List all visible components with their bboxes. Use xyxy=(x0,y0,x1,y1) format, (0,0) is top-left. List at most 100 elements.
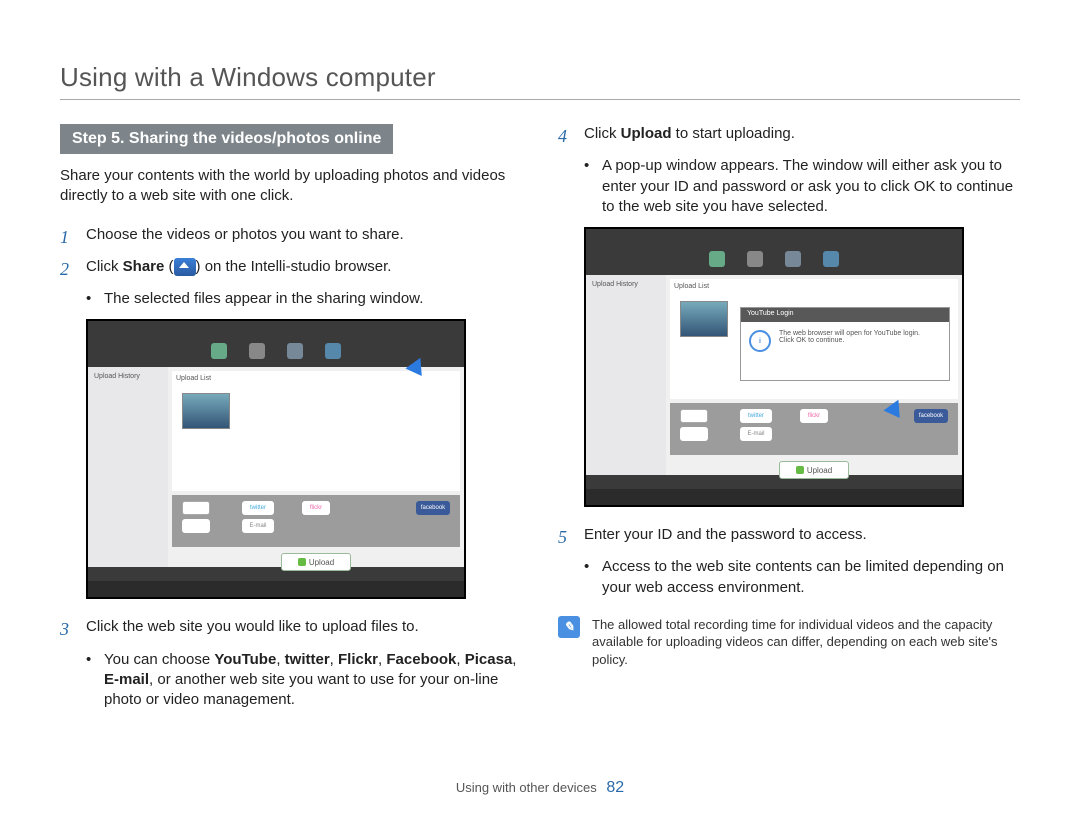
step-text: Choose the videos or photos you want to … xyxy=(86,225,404,249)
site-youtube xyxy=(182,501,210,515)
text-fragment: , xyxy=(456,651,464,668)
bullet-text: You can choose YouTube, twitter, Flickr,… xyxy=(104,650,522,711)
bold-upload: Upload xyxy=(621,125,672,142)
bold-site: Picasa xyxy=(465,651,513,668)
step-number: 2 xyxy=(60,257,74,281)
bullet-text: The selected files appear in the sharing… xyxy=(104,289,423,309)
upload-icon xyxy=(298,558,306,566)
upload-label: Upload xyxy=(807,466,832,475)
ss-main: Upload List YouTube Login i The web brow… xyxy=(666,275,962,475)
site-picasa xyxy=(182,519,210,533)
page-footer: Using with other devices 82 xyxy=(0,779,1080,797)
toolbar-icon xyxy=(325,343,341,359)
step-header: Step 5. Sharing the videos/photos online xyxy=(60,124,393,154)
screenshot-sharing-window: Upload History Upload List twitter flick… xyxy=(86,319,466,599)
upload-icon xyxy=(796,466,804,474)
bold-site: YouTube xyxy=(214,651,276,668)
site-picasa xyxy=(680,427,708,441)
left-column: Step 5. Sharing the videos/photos online… xyxy=(60,124,522,718)
toolbar-icon xyxy=(211,343,227,359)
site-twitter: twitter xyxy=(740,409,772,423)
ss-main: Upload List twitter flickr facebook E-ma… xyxy=(168,367,464,567)
bold-site: twitter xyxy=(285,651,330,668)
step-number: 4 xyxy=(558,124,572,148)
content-columns: Step 5. Sharing the videos/photos online… xyxy=(60,124,1020,718)
video-thumbnail xyxy=(182,393,230,429)
login-dialog: YouTube Login i The web browser will ope… xyxy=(740,307,950,381)
dialog-line: Click OK to continue. xyxy=(779,337,920,344)
ss-upload-list: Upload List xyxy=(172,371,460,491)
step-text: Enter your ID and the password to access… xyxy=(584,525,867,549)
step-text: Click Share () on the Intelli-studio bro… xyxy=(86,257,391,281)
text-fragment: to start uploading. xyxy=(672,125,795,142)
step-4-bullet: • A pop-up window appears. The window wi… xyxy=(584,156,1020,217)
info-icon: i xyxy=(749,330,771,352)
ss-titlebar xyxy=(586,229,962,243)
step-number: 1 xyxy=(60,225,74,249)
text-fragment: ( xyxy=(164,258,173,275)
step-1: 1 Choose the videos or photos you want t… xyxy=(60,225,522,249)
ss-toolbar xyxy=(586,243,962,275)
text-fragment: , or another web site you want to use fo… xyxy=(104,671,498,708)
upload-button: Upload xyxy=(779,461,849,479)
ss-site-selector: twitter flickr facebook E-mail Upload xyxy=(670,403,958,455)
dialog-title: YouTube Login xyxy=(741,308,949,322)
site-twitter: twitter xyxy=(242,501,274,515)
footer-section: Using with other devices xyxy=(456,780,597,795)
dialog-line: The web browser will open for YouTube lo… xyxy=(779,330,920,337)
ss-body: Upload History Upload List twitter flick… xyxy=(88,367,464,567)
share-icon xyxy=(174,258,196,276)
step-4: 4 Click Upload to start uploading. xyxy=(558,124,1020,148)
note-icon: ✎ xyxy=(558,616,580,638)
ss-list-label: Upload List xyxy=(670,279,958,294)
ss-body: Upload History Upload List YouTube Login… xyxy=(586,275,962,475)
ss-titlebar xyxy=(88,321,464,335)
right-column: 4 Click Upload to start uploading. • A p… xyxy=(558,124,1020,718)
ss-sidebar: Upload History xyxy=(586,275,666,475)
dialog-text: The web browser will open for YouTube lo… xyxy=(779,330,920,352)
toolbar-icon xyxy=(823,251,839,267)
bullet-icon: • xyxy=(584,156,592,217)
bullet-icon: • xyxy=(86,650,94,711)
text-fragment: , xyxy=(276,651,284,668)
site-facebook: facebook xyxy=(416,501,450,515)
intro-text: Share your contents with the world by up… xyxy=(60,166,522,207)
page-number: 82 xyxy=(606,779,624,796)
step-5-bullet: • Access to the web site contents can be… xyxy=(584,557,1020,598)
toolbar-icon xyxy=(785,251,801,267)
screenshot-login-dialog: Upload History Upload List YouTube Login… xyxy=(584,227,964,507)
ss-sidebar: Upload History xyxy=(88,367,168,567)
upload-button: Upload xyxy=(281,553,351,571)
page-title: Using with a Windows computer xyxy=(60,62,1020,93)
bold-site: Facebook xyxy=(386,651,456,668)
site-flickr: flickr xyxy=(800,409,828,423)
site-flickr: flickr xyxy=(302,501,330,515)
site-email: E-mail xyxy=(740,427,772,441)
step-number: 5 xyxy=(558,525,572,549)
step-3: 3 Click the web site you would like to u… xyxy=(60,617,522,641)
bullet-icon: • xyxy=(86,289,94,309)
title-divider xyxy=(60,99,1020,100)
site-youtube xyxy=(680,409,708,423)
bullet-icon: • xyxy=(584,557,592,598)
bold-site: Flickr xyxy=(338,651,378,668)
toolbar-icon xyxy=(747,251,763,267)
step-text: Click the web site you would like to upl… xyxy=(86,617,419,641)
toolbar-icon xyxy=(287,343,303,359)
text-fragment: , xyxy=(330,651,338,668)
toolbar-icon xyxy=(709,251,725,267)
video-thumbnail xyxy=(680,301,728,337)
step-text: Click Upload to start uploading. xyxy=(584,124,795,148)
toolbar-icon xyxy=(249,343,265,359)
bold-share: Share xyxy=(123,258,165,275)
bullet-text: A pop-up window appears. The window will… xyxy=(602,156,1020,217)
text-fragment: Click xyxy=(86,258,123,275)
ss-footer xyxy=(88,567,464,581)
text-fragment: , xyxy=(512,651,516,668)
step-5: 5 Enter your ID and the password to acce… xyxy=(558,525,1020,549)
text-fragment: Click xyxy=(584,125,621,142)
ss-upload-list: Upload List YouTube Login i The web brow… xyxy=(670,279,958,399)
step-3-bullet: • You can choose YouTube, twitter, Flick… xyxy=(86,650,522,711)
bold-site: E-mail xyxy=(104,671,149,688)
dialog-body: i The web browser will open for YouTube … xyxy=(741,322,949,360)
